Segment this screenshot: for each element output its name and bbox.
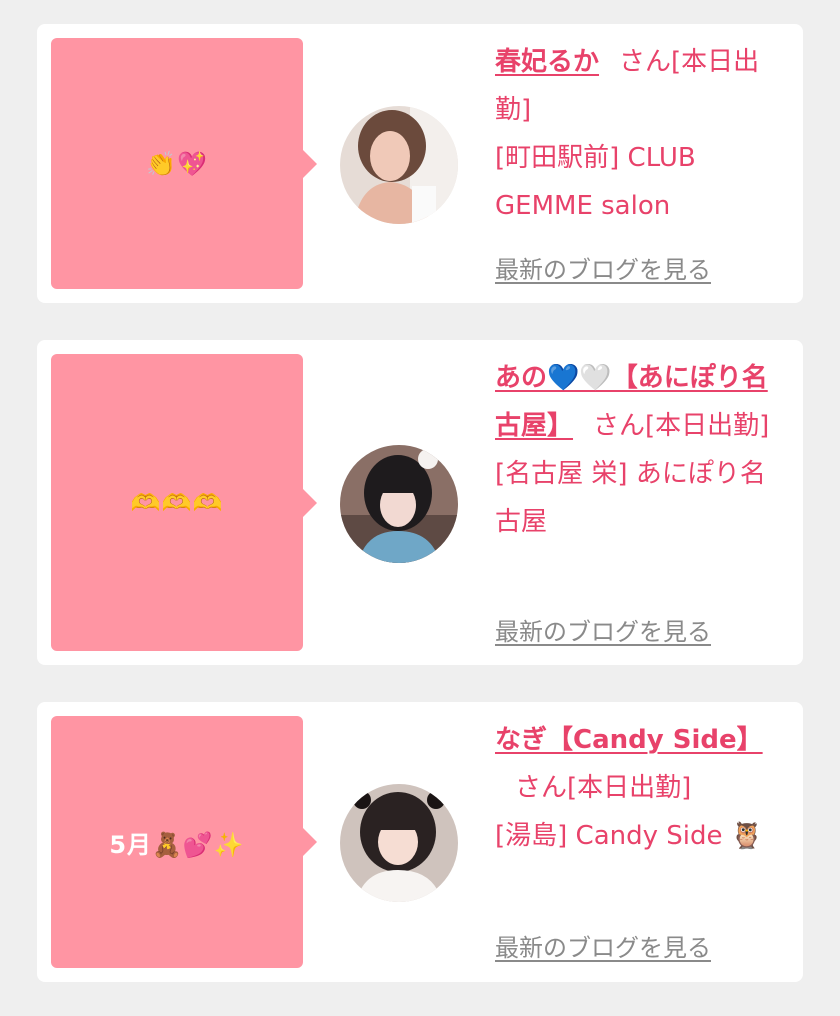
latest-blog-link[interactable]: 最新のブログを見る (495, 612, 711, 647)
status-text: さん[本日出勤] (593, 411, 770, 441)
avatar[interactable] (340, 445, 458, 563)
girl-name-link[interactable]: 春妃るか (495, 47, 599, 77)
latest-blog-link[interactable]: 最新のブログを見る (495, 250, 711, 285)
post-info: 春妃るか さん[本日出勤] [町田駅前] CLUB GEMME salon (495, 38, 791, 230)
shop-text: [名古屋 栄] あにぽり名古屋 (495, 459, 766, 537)
post-info: あの💙🤍【あにぽり名古屋】 さん[本日出勤] [名古屋 栄] あにぽり名古屋 (495, 354, 791, 546)
speech-bubble[interactable]: 🫶🫶🫶 (51, 354, 317, 651)
bubble-text: 🫶🫶🫶 (130, 488, 224, 517)
shop-text: [湯島] Candy Side 🦉 (495, 821, 764, 851)
bubble-text: 5月🧸💕✨ (109, 830, 245, 859)
status-text: さん[本日出勤] (515, 773, 692, 803)
blog-card: 👏💖 春妃るか さん[本日出勤] [町田駅前] CLUB GEMME salon … (37, 24, 803, 303)
speech-bubble[interactable]: 5月🧸💕✨ (51, 716, 317, 968)
girl-name-link[interactable]: なぎ【Candy Side】 (495, 725, 763, 755)
bubble-text: 👏💖 (146, 149, 208, 178)
blog-card: 5月🧸💕✨ なぎ【Candy Side】さん[本日出勤] [湯島] Candy … (37, 702, 803, 982)
blog-card: 🫶🫶🫶 あの💙🤍【あにぽり名古屋】 さん[本日出勤] [名古屋 栄] あにぽり名古… (37, 340, 803, 665)
avatar[interactable] (340, 106, 458, 224)
avatar[interactable] (340, 784, 458, 902)
latest-blog-link[interactable]: 最新のブログを見る (495, 928, 711, 963)
speech-bubble[interactable]: 👏💖 (51, 38, 317, 289)
shop-text: [町田駅前] CLUB GEMME salon (495, 143, 696, 221)
post-info: なぎ【Candy Side】さん[本日出勤] [湯島] Candy Side 🦉 (495, 716, 791, 860)
